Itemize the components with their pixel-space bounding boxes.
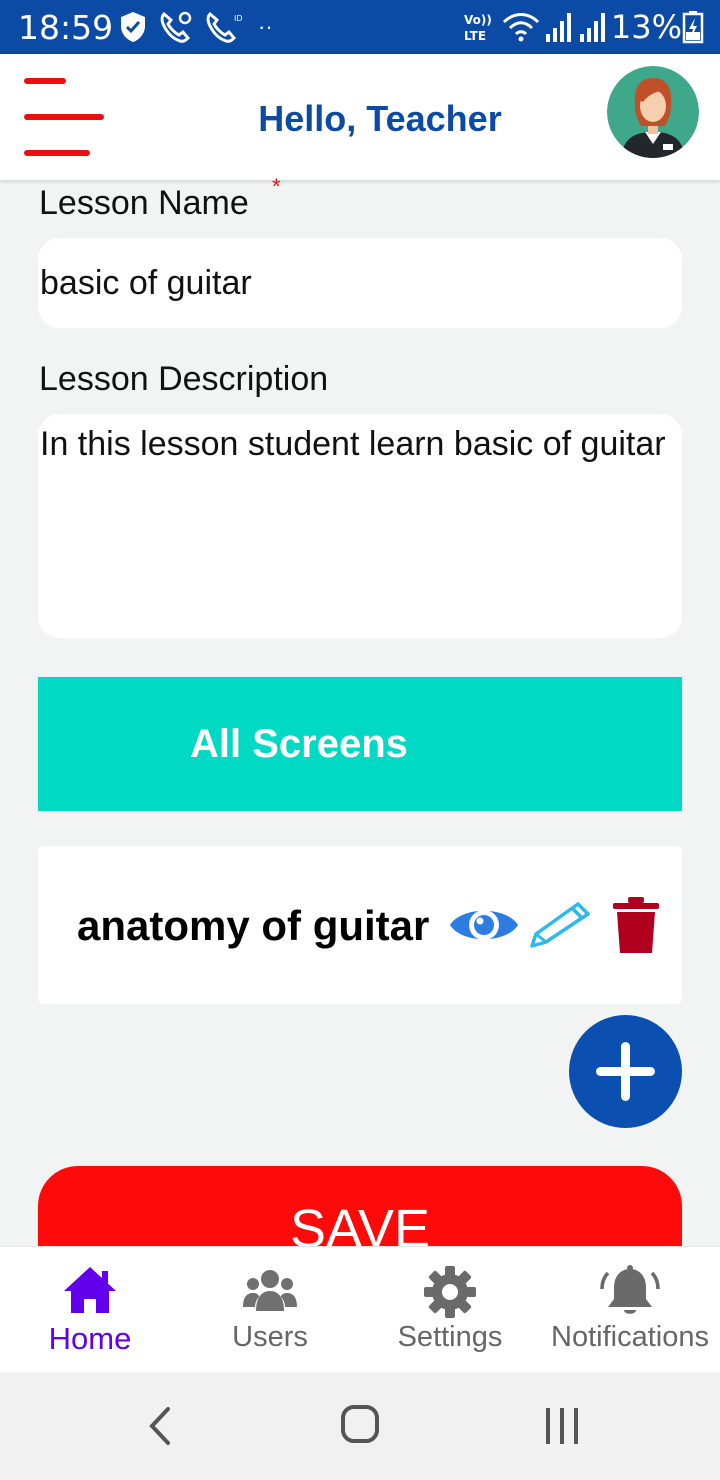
nav-item-settings[interactable]: Settings <box>360 1247 540 1373</box>
more-dots-icon: ·· <box>258 14 273 39</box>
all-screens-button[interactable]: All Screens <box>38 677 682 811</box>
teacher-avatar-icon <box>607 66 699 158</box>
bottom-nav: Home Users Settings Notifications <box>0 1246 720 1373</box>
nav-label-settings: Settings <box>397 1321 503 1353</box>
lesson-name-input[interactable]: basic of guitar <box>38 238 682 328</box>
status-bar: 18:59 ID ·· Vo)) LTE 13% <box>0 0 720 54</box>
battery-percent: 13% <box>610 8 682 46</box>
nav-label-users: Users <box>232 1321 308 1353</box>
lesson-description-label: Lesson Description <box>39 360 329 398</box>
wifi-calling-icon <box>160 11 192 43</box>
nav-label-home: Home <box>48 1321 132 1356</box>
all-screens-label: All Screens <box>190 722 408 766</box>
shield-icon <box>121 12 145 42</box>
users-icon <box>243 1270 297 1311</box>
bell-icon <box>600 1265 660 1314</box>
home-nav-icon[interactable] <box>340 1404 380 1444</box>
svg-text:LTE: LTE <box>464 29 486 43</box>
signal-icon <box>580 13 605 42</box>
volte-icon: Vo)) LTE <box>464 13 492 43</box>
back-icon[interactable] <box>146 1406 172 1446</box>
avatar[interactable] <box>607 66 699 158</box>
recents-icon[interactable] <box>542 1406 582 1446</box>
wifi-icon <box>502 13 540 42</box>
svg-text:Vo)): Vo)) <box>464 13 492 27</box>
nav-item-users[interactable]: Users <box>180 1247 360 1373</box>
gear-icon <box>424 1266 476 1318</box>
call-icon: ID <box>206 11 243 43</box>
lesson-description-input[interactable]: In this lesson student learn basic of gu… <box>38 414 682 638</box>
home-icon <box>64 1267 116 1313</box>
nav-item-home[interactable]: Home <box>0 1247 180 1373</box>
system-nav-bar <box>0 1372 720 1480</box>
required-star: * <box>272 174 281 199</box>
svg-text:ID: ID <box>234 14 243 23</box>
eye-icon[interactable] <box>448 900 520 950</box>
pencil-icon[interactable] <box>528 900 592 950</box>
status-time: 18:59 <box>18 8 114 47</box>
add-screen-button[interactable] <box>569 1015 682 1128</box>
screen-title: anatomy of guitar <box>77 902 430 949</box>
lesson-name-label: Lesson Name <box>39 184 249 222</box>
signal-icon <box>546 13 571 42</box>
battery-icon <box>682 11 704 44</box>
nav-label-notifications: Notifications <box>551 1321 709 1353</box>
plus-icon <box>596 1042 655 1101</box>
trash-icon[interactable] <box>612 896 660 954</box>
nav-item-notifications[interactable]: Notifications <box>540 1247 720 1373</box>
